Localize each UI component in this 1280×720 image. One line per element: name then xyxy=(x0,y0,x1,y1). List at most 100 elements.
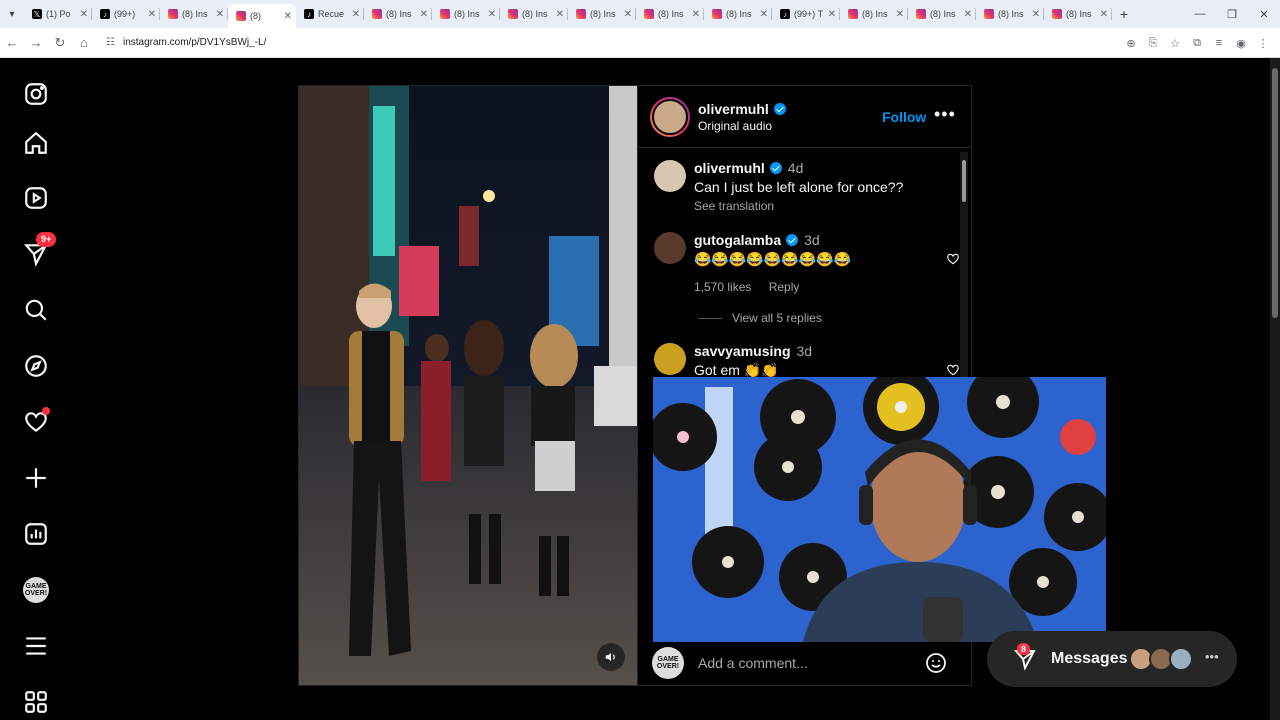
comment-avatar[interactable] xyxy=(654,160,686,192)
profile-icon[interactable]: ◉ xyxy=(1230,37,1252,50)
comments-scrollbar[interactable] xyxy=(960,152,968,382)
post-video[interactable] xyxy=(299,86,637,685)
more-menu-icon[interactable] xyxy=(22,632,50,660)
tab-close-icon[interactable]: ✕ xyxy=(624,9,632,20)
mute-toggle-button[interactable] xyxy=(597,643,625,671)
tab-close-icon[interactable]: ✕ xyxy=(148,9,156,20)
like-comment-icon[interactable] xyxy=(946,363,960,377)
browser-tab[interactable]: ♪ Recue ✕ xyxy=(296,3,364,25)
recent-contacts xyxy=(1129,647,1193,671)
zoom-icon[interactable]: ⊕ xyxy=(1120,37,1142,50)
tab-close-icon[interactable]: ✕ xyxy=(284,11,292,22)
scrollbar-thumb[interactable] xyxy=(962,160,966,202)
bookmark-star-icon[interactable]: ☆ xyxy=(1164,37,1186,50)
instagram-logo-icon[interactable] xyxy=(22,80,50,108)
tab-close-icon[interactable]: ✕ xyxy=(216,9,224,20)
install-icon[interactable]: ⎘ xyxy=(1142,37,1164,50)
new-tab-button[interactable]: + xyxy=(1112,6,1136,22)
follow-button[interactable]: Follow xyxy=(882,109,926,125)
contact-avatar[interactable] xyxy=(1169,647,1193,671)
tab-close-icon[interactable]: ✕ xyxy=(692,9,700,20)
comment-username[interactable]: olivermuhl 4d xyxy=(694,160,954,176)
back-icon[interactable]: ← xyxy=(0,35,24,50)
comment-username[interactable]: gutogalamba 3d xyxy=(694,232,954,248)
browser-tab[interactable]: ♪ (99+) ✕ xyxy=(92,3,160,25)
browser-tab[interactable]: (8) Ins ✕ xyxy=(500,3,568,25)
tab-close-icon[interactable]: ✕ xyxy=(896,9,904,20)
browser-tab[interactable]: (8) Ins ✕ xyxy=(840,3,908,25)
tab-close-icon[interactable]: ✕ xyxy=(760,9,768,20)
browser-tab[interactable]: (8) Ins ✕ xyxy=(432,3,500,25)
comment-input[interactable]: Add a comment... xyxy=(698,655,808,671)
browser-tab[interactable]: (8) Ins ✕ xyxy=(364,3,432,25)
home-icon[interactable]: ⌂ xyxy=(72,35,96,50)
comment-meta: 1,570 likes Reply xyxy=(694,280,954,294)
media-control-icon[interactable]: ≡ xyxy=(1208,37,1230,49)
page-scrollbar[interactable] xyxy=(1270,58,1280,720)
composer-avatar: GAME OVER! xyxy=(652,647,684,679)
audio-link[interactable]: Original audio xyxy=(698,119,786,133)
messages-more-icon[interactable]: ••• xyxy=(1205,649,1219,664)
comment-avatar[interactable] xyxy=(654,232,686,264)
messages-pill[interactable]: 8 Messages ••• xyxy=(987,631,1237,687)
forward-icon[interactable]: → xyxy=(24,35,48,50)
tab-close-icon[interactable]: ✕ xyxy=(352,9,360,20)
dashboard-icon[interactable] xyxy=(22,520,50,548)
also-from-meta-icon[interactable] xyxy=(22,688,50,716)
reply-button[interactable]: Reply xyxy=(769,280,800,294)
tab-close-icon[interactable]: ✕ xyxy=(964,9,972,20)
author-username[interactable]: olivermuhl xyxy=(698,101,786,117)
browser-tab[interactable]: (8) Ins ✕ xyxy=(908,3,976,25)
page-scrollbar-thumb[interactable] xyxy=(1272,68,1278,318)
comment-avatar[interactable] xyxy=(654,343,686,375)
browser-tab[interactable]: (8) Ins ✕ xyxy=(976,3,1044,25)
url-field[interactable]: ☷ instagram.com/p/DV1YsBWj_-L/ xyxy=(106,37,266,48)
site-info-icon[interactable]: ☷ xyxy=(106,37,115,48)
minimize-icon[interactable]: — xyxy=(1184,0,1216,28)
emoji-icon[interactable] xyxy=(924,651,948,675)
comment-username[interactable]: savvyamusing 3d xyxy=(694,343,954,359)
tab-close-icon[interactable]: ✕ xyxy=(1032,9,1040,20)
tab-close-icon[interactable]: ✕ xyxy=(80,9,88,20)
browser-tab[interactable]: (8) Ins ✕ xyxy=(160,3,228,25)
browser-tab[interactable]: 𝕏 (1) Po ✕ xyxy=(24,3,92,25)
see-translation-link[interactable]: See translation xyxy=(694,199,954,213)
explore-compass-icon[interactable] xyxy=(22,352,50,380)
author-avatar[interactable] xyxy=(650,96,690,137)
tab-title: (99+) xyxy=(114,9,136,19)
home-icon[interactable] xyxy=(22,129,50,157)
tab-title: (8) Ins xyxy=(1066,9,1092,19)
more-options-icon[interactable]: ••• xyxy=(934,104,956,125)
restore-icon[interactable]: ❐ xyxy=(1216,0,1248,28)
tab-title: Recue xyxy=(318,9,345,19)
close-window-icon[interactable]: ✕ xyxy=(1248,0,1280,28)
browser-tab[interactable]: (8) ✕ xyxy=(228,4,296,28)
create-plus-icon[interactable] xyxy=(22,464,50,492)
browser-menu-icon[interactable]: ⋮ xyxy=(1252,37,1274,50)
tab-close-icon[interactable]: ✕ xyxy=(1100,9,1108,20)
tab-close-icon[interactable]: ✕ xyxy=(488,9,496,20)
webcam-overlay xyxy=(653,377,1106,642)
browser-tab[interactable]: ♪ (99+) T ✕ xyxy=(772,3,840,25)
tab-close-icon[interactable]: ✕ xyxy=(828,9,836,20)
profile-avatar[interactable]: GAME OVER! xyxy=(22,576,50,604)
comment-likes[interactable]: 1,570 likes xyxy=(694,280,751,294)
extensions-icon[interactable]: ⧉ xyxy=(1186,37,1208,50)
tab-search-icon[interactable]: ▾ xyxy=(0,0,24,28)
reload-icon[interactable]: ↻ xyxy=(48,35,72,51)
browser-tab[interactable]: (8) Ins ✕ xyxy=(704,3,772,25)
browser-tab[interactable]: (8) Ins ✕ xyxy=(636,3,704,25)
browser-tab[interactable]: (8) Ins ✕ xyxy=(1044,3,1112,25)
like-comment-icon[interactable] xyxy=(946,252,960,266)
notifications-heart-icon[interactable] xyxy=(22,407,50,436)
tiktok-logo-icon: ♪ xyxy=(780,9,790,19)
reels-icon[interactable] xyxy=(22,184,50,212)
search-icon[interactable] xyxy=(22,296,50,324)
messages-label: Messages xyxy=(1051,650,1128,667)
messenger-icon[interactable]: 9+ xyxy=(22,232,57,268)
view-replies-button[interactable]: View all 5 replies xyxy=(698,311,822,325)
instagram-logo-icon xyxy=(848,9,858,19)
tab-close-icon[interactable]: ✕ xyxy=(420,9,428,20)
browser-tab[interactable]: (8) Ins ✕ xyxy=(568,3,636,25)
tab-close-icon[interactable]: ✕ xyxy=(556,9,564,20)
